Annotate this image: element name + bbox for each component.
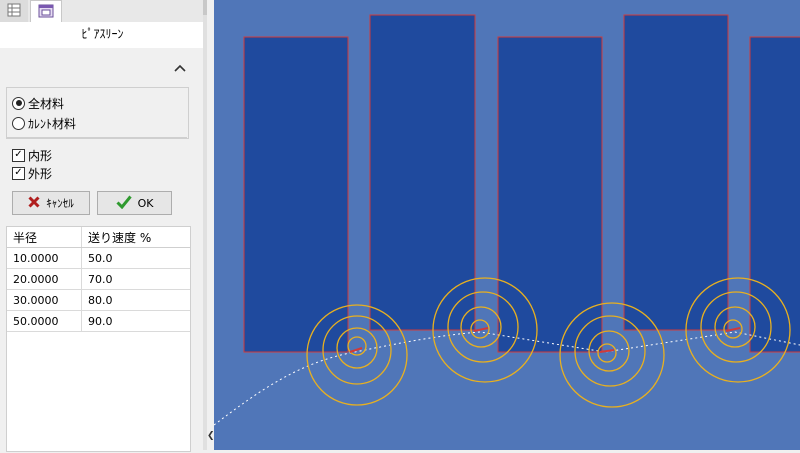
part-rectangle[interactable] <box>243 36 349 353</box>
part-rectangle[interactable] <box>749 36 800 353</box>
checkbox-inner[interactable]: ✓ <box>12 148 25 162</box>
panel-title: ﾋﾟｱｽﾘｰﾝ <box>81 27 124 41</box>
radio-button-all[interactable] <box>12 96 25 110</box>
chevron-left-icon[interactable]: ❮ <box>207 430 215 442</box>
radio-all-material[interactable]: 全材料 <box>12 94 64 112</box>
cell-radius[interactable]: 30.0000 <box>7 294 81 307</box>
grid-icon <box>7 3 21 20</box>
cell-speed[interactable]: 90.0 <box>81 311 188 331</box>
viewport-drawing[interactable] <box>213 0 800 450</box>
ok-label: OK <box>137 196 154 210</box>
cad-viewport[interactable] <box>213 0 800 450</box>
collapse-button[interactable] <box>172 60 188 76</box>
cell-speed[interactable]: 80.0 <box>81 290 188 310</box>
radio-button-current[interactable] <box>12 116 25 130</box>
checkbox-label-inner: 内形 <box>28 148 53 163</box>
table-row[interactable]: 20.0000 70.0 <box>7 269 190 290</box>
radio-label-all: 全材料 <box>28 96 65 111</box>
part-rectangle[interactable] <box>369 14 476 331</box>
close-icon <box>28 195 40 211</box>
tab-grid[interactable] <box>0 0 28 22</box>
tab-window[interactable] <box>30 0 62 23</box>
checkbox-outer-shape[interactable]: ✓ 外形 <box>12 164 52 182</box>
cell-radius[interactable]: 50.0000 <box>7 315 81 328</box>
table-row[interactable]: 50.0000 90.0 <box>7 311 190 332</box>
radio-current-material[interactable]: ｶﾚﾝﾄ材料 <box>12 114 76 132</box>
table-row[interactable]: 30.0000 80.0 <box>7 290 190 311</box>
radio-label-current: ｶﾚﾝﾄ材料 <box>28 116 77 131</box>
part-rectangle[interactable] <box>497 36 603 353</box>
ok-button[interactable]: OK <box>97 191 172 215</box>
part-rectangle[interactable] <box>623 14 729 331</box>
splitter[interactable] <box>207 0 214 450</box>
window-icon <box>38 4 54 21</box>
chevron-up-icon <box>174 61 186 75</box>
panel-tabstrip <box>0 0 207 23</box>
divider <box>6 137 187 138</box>
pierce-lead-panel: ﾋﾟｱｽﾘｰﾝ 全材料 ｶﾚﾝﾄ材料 ✓ 内形 ✓ 外形 ｷｬﾝｾﾙ OK 半径… <box>0 0 207 452</box>
cell-speed[interactable]: 70.0 <box>81 269 188 289</box>
cancel-label: ｷｬﾝｾﾙ <box>46 197 74 210</box>
cell-radius[interactable]: 20.0000 <box>7 273 81 286</box>
checkmark-icon <box>116 195 132 212</box>
cancel-button[interactable]: ｷｬﾝｾﾙ <box>12 191 90 215</box>
radius-speed-table: 半径 送り速度 % 10.0000 50.0 20.0000 70.0 30.0… <box>6 226 191 452</box>
column-header-speed: 送り速度 % <box>81 227 188 247</box>
table-header: 半径 送り速度 % <box>7 227 190 248</box>
checkbox-inner-shape[interactable]: ✓ 内形 <box>12 146 52 164</box>
column-header-radius: 半径 <box>13 230 38 245</box>
cell-radius[interactable]: 10.0000 <box>7 252 81 265</box>
checkbox-label-outer: 外形 <box>28 166 53 181</box>
checkbox-outer[interactable]: ✓ <box>12 166 25 180</box>
table-row[interactable]: 10.0000 50.0 <box>7 248 190 269</box>
panel-header: ﾋﾟｱｽﾘｰﾝ <box>0 22 205 48</box>
cell-speed[interactable]: 50.0 <box>81 248 188 268</box>
